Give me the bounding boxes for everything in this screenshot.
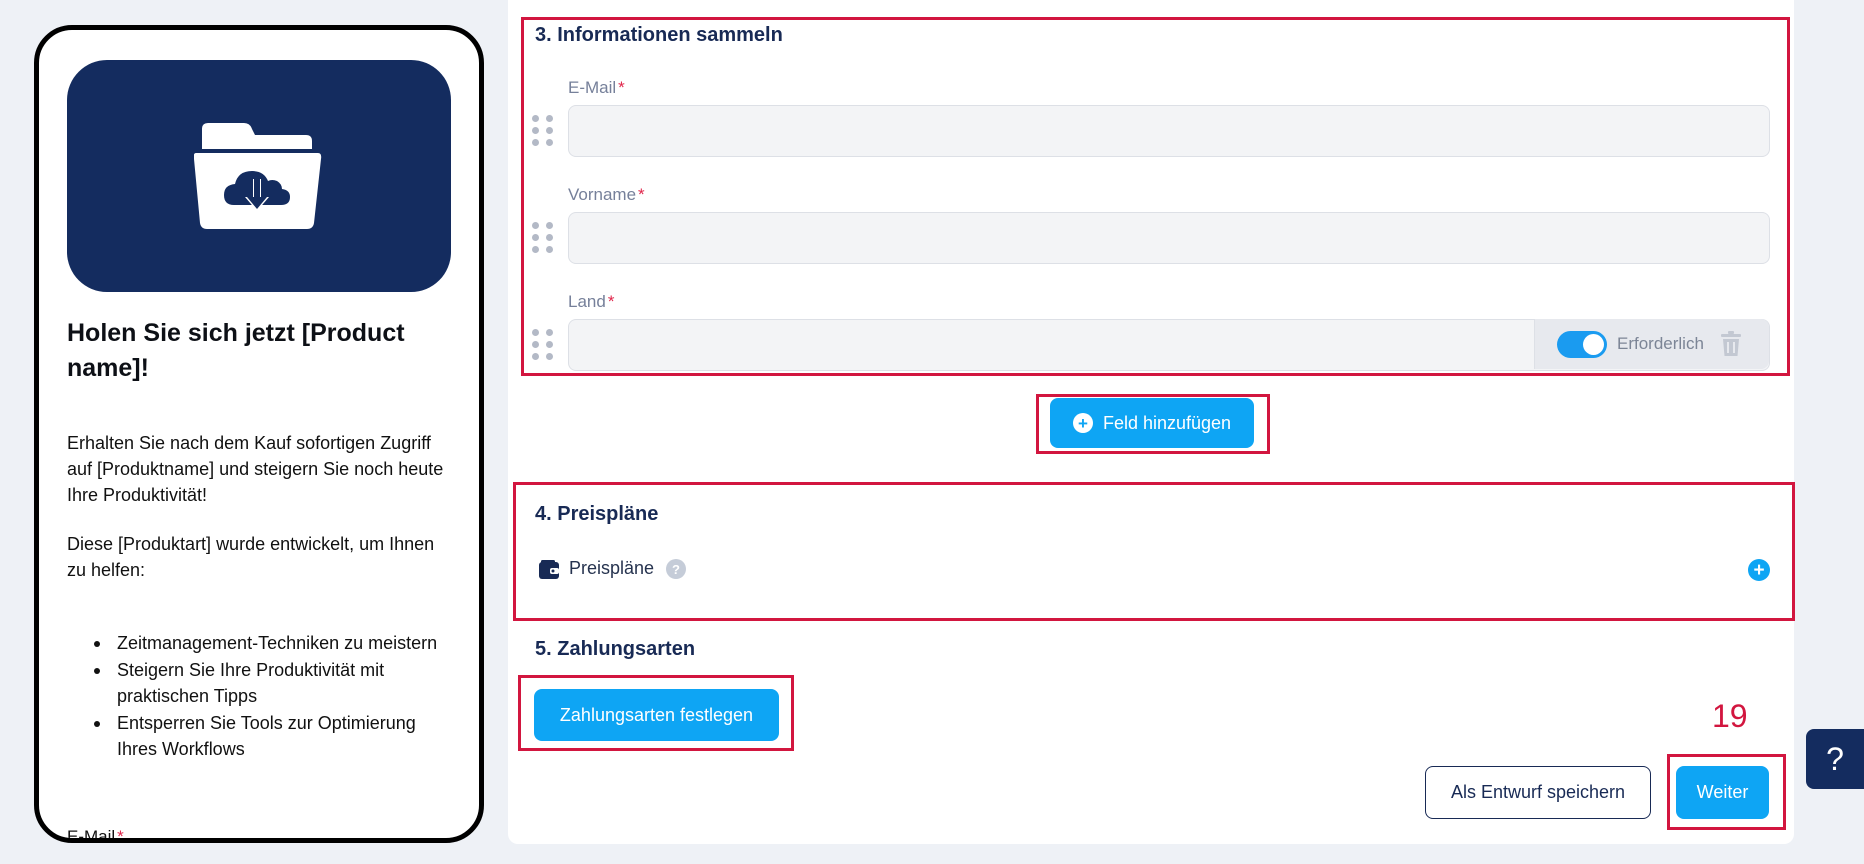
- preview-hero-image: [67, 60, 451, 292]
- section-title-collect-info: 3. Informationen sammeln: [535, 24, 783, 46]
- help-icon[interactable]: ?: [666, 559, 686, 579]
- preview-bullet-list: Zeitmanagement-Techniken zu meistern Ste…: [67, 630, 457, 763]
- required-toggle-label: Erforderlich: [1617, 334, 1704, 353]
- drag-handle-icon[interactable]: [532, 329, 554, 363]
- field-actions: Erforderlich: [1534, 319, 1769, 369]
- preview-paragraph-2: Diese [Produktart] wurde entwickelt, um …: [67, 534, 435, 580]
- form-preview: Holen Sie sich jetzt [Product name]! Erh…: [34, 25, 484, 843]
- plus-circle-icon: +: [1072, 413, 1093, 433]
- list-item: Zeitmanagement-Techniken zu meistern: [67, 630, 457, 656]
- price-plans-label: Preispläne: [569, 558, 655, 578]
- wallet-icon: [539, 560, 559, 579]
- drag-handle-icon[interactable]: [532, 115, 554, 149]
- section-title-price-plans: 4. Preispläne: [535, 503, 659, 525]
- preview-paragraph-1: Erhalten Sie nach dem Kauf sofortigen Zu…: [67, 433, 444, 505]
- folder-download-icon: [194, 123, 322, 229]
- field-label-land: Land *: [568, 292, 615, 311]
- save-draft-button[interactable]: Als Entwurf speichern: [1425, 766, 1651, 819]
- drag-handle-icon[interactable]: [532, 222, 554, 256]
- add-price-plan-icon[interactable]: +: [1748, 559, 1770, 581]
- section-title-payment-methods: 5. Zahlungsarten: [535, 638, 696, 660]
- set-payment-methods-button[interactable]: Zahlungsarten festlegen: [534, 689, 779, 741]
- required-mark: *: [117, 827, 124, 843]
- step-number: 19: [1712, 698, 1748, 734]
- trash-icon[interactable]: [1720, 331, 1742, 357]
- highlight-section-4: [513, 482, 1795, 621]
- list-item: Entsperren Sie Tools zur Optimierung Ihr…: [67, 710, 457, 762]
- add-field-button[interactable]: + Feld hinzufügen: [1050, 398, 1254, 448]
- first-name-field[interactable]: [568, 212, 1770, 264]
- preview-email-label: E-Mail *: [67, 827, 124, 843]
- field-label-vorname: Vorname *: [568, 185, 645, 204]
- help-button[interactable]: ?: [1806, 729, 1864, 789]
- required-toggle[interactable]: [1557, 330, 1607, 358]
- email-field[interactable]: [568, 105, 1770, 157]
- field-label-email: E-Mail *: [568, 78, 625, 97]
- next-button[interactable]: Weiter: [1676, 766, 1769, 819]
- preview-title: Holen Sie sich jetzt [Product name]!: [67, 319, 405, 382]
- list-item: Steigern Sie Ihre Produktivität mit prak…: [67, 657, 457, 709]
